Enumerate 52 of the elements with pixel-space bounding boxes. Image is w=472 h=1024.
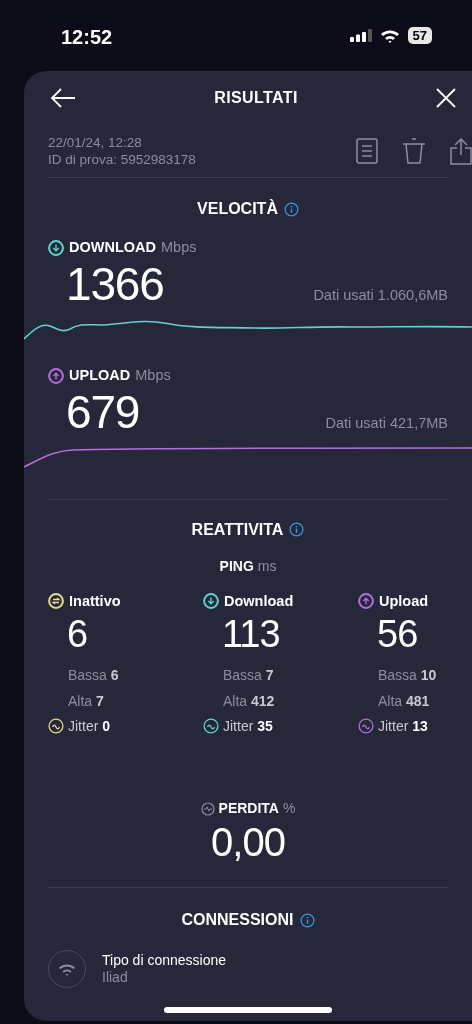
screen-title: RISULTATI: [214, 88, 298, 108]
ping-low: Bassa 10: [377, 666, 438, 686]
status-time: 12:52: [61, 25, 113, 50]
data-used: Dati usati 421,7MB: [325, 413, 448, 433]
speed-value: 1366: [66, 258, 164, 309]
wave-icon: [48, 718, 64, 735]
section-title: REATTIVITA: [191, 519, 284, 540]
wave-icon: [203, 718, 219, 735]
loss-value: 0,00: [211, 819, 285, 866]
speed-value: 679: [66, 386, 140, 437]
metric-label: DOWNLOAD: [69, 238, 156, 257]
ping-low: Bassa 7: [222, 666, 275, 686]
ping-low: Bassa 6: [67, 666, 120, 686]
data-used: Dati usati 1.060,6MB: [313, 286, 448, 305]
metric-unit: Mbps: [135, 365, 171, 385]
back-arrow-icon[interactable]: [50, 87, 76, 109]
ping-high: Alta 481: [377, 692, 431, 712]
ping-high: Alta 7: [67, 692, 105, 712]
loss-unit: %: [283, 799, 296, 819]
section-title: VELOCITÀ: [197, 198, 278, 219]
metric-unit: Mbps: [161, 238, 197, 257]
ping-unit: ms: [257, 556, 277, 576]
ping-high: Alta 412: [222, 692, 276, 712]
ping-column-label: Upload: [379, 591, 429, 611]
battery-level: 57: [407, 27, 432, 44]
ping-value: 56: [376, 612, 419, 657]
trash-icon[interactable]: [402, 138, 426, 164]
jitter-value: Jitter 13: [378, 717, 428, 737]
ping-column-label: Inattivo: [69, 591, 121, 611]
test-id: ID di prova: 5952983178: [48, 151, 196, 168]
document-icon[interactable]: [356, 138, 378, 164]
pulse-icon: [200, 801, 215, 816]
share-icon[interactable]: [450, 137, 472, 165]
ping-label: PING: [219, 556, 254, 576]
connection-label: Tipo di connessione: [102, 952, 226, 970]
section-title: CONNESSIONI: [181, 910, 294, 931]
loss-label: PERDITA: [218, 799, 279, 819]
ping-value: 113: [221, 612, 281, 657]
wave-icon: [358, 718, 374, 735]
info-icon[interactable]: [299, 912, 315, 928]
close-icon[interactable]: [436, 88, 456, 108]
wifi-icon: [379, 28, 400, 43]
signal-icon: [349, 29, 372, 42]
jitter-value: Jitter 35: [223, 717, 273, 737]
info-icon[interactable]: [289, 522, 305, 537]
metric-label: UPLOAD: [69, 365, 131, 385]
ping-column-label: Download: [224, 591, 294, 611]
ping-value: 6: [66, 612, 89, 657]
info-icon[interactable]: [283, 201, 299, 217]
connection-value: Iliad: [102, 969, 129, 987]
jitter-value: Jitter 0: [68, 717, 111, 737]
test-date: 22/01/24, 12:28: [48, 134, 143, 151]
